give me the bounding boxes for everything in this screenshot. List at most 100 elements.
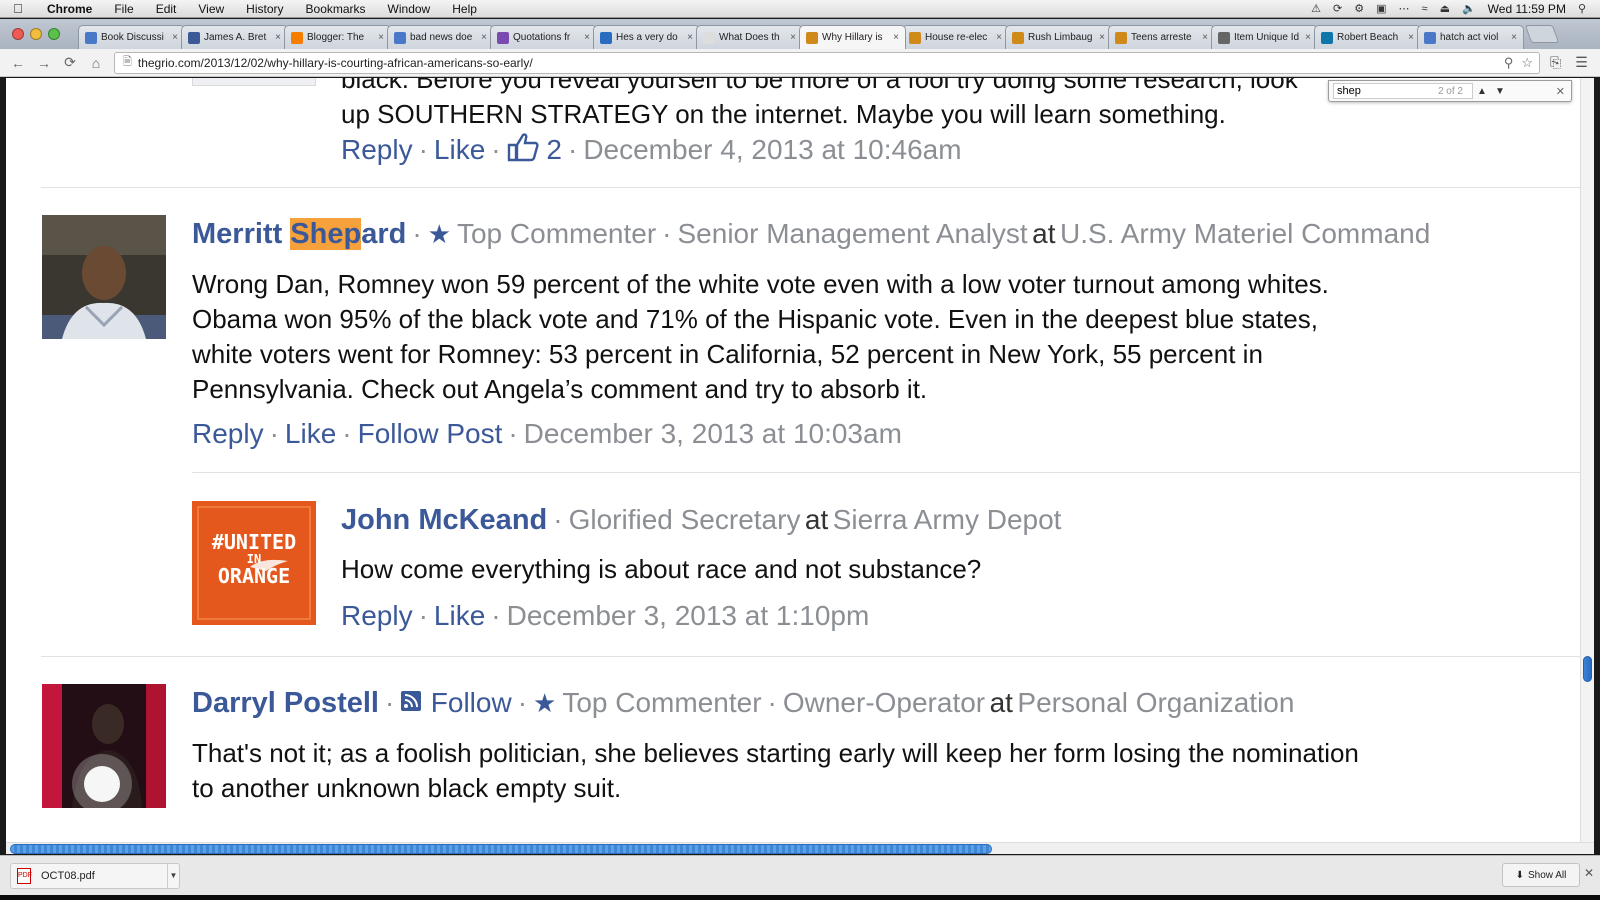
browser-tab[interactable]: bad news doe × [387, 25, 494, 49]
follow-link[interactable]: Follow [431, 687, 512, 718]
menu-help[interactable]: Help [441, 2, 488, 16]
close-tab-icon[interactable]: × [584, 32, 590, 43]
reply-divider [192, 472, 1582, 473]
avatar-photo [42, 684, 166, 808]
commenter-name[interactable]: John McKeand [341, 504, 547, 536]
menu-window[interactable]: Window [377, 2, 442, 16]
home-icon[interactable]: ⌂ [88, 55, 104, 71]
browser-tab[interactable]: Rush Limbaug × [1005, 25, 1112, 49]
back-arrow-icon[interactable]: ← [10, 55, 26, 71]
quote-icon [497, 31, 509, 44]
browser-tab[interactable]: Blogger: The × [284, 25, 391, 49]
browser-tab[interactable]: What Does th × [696, 25, 803, 49]
eject-icon[interactable]: ⏏ [1440, 2, 1450, 15]
menubar-clock[interactable]: Wed 11:59 PM [1488, 2, 1566, 16]
gear-icon[interactable]: ⚙ [1354, 2, 1364, 15]
menu-app-name[interactable]: Chrome [36, 2, 103, 16]
wifi-icon[interactable]: ≈ [1422, 3, 1428, 15]
at-text: at [989, 687, 1013, 718]
reply-link[interactable]: Reply [341, 134, 413, 165]
commenter-organization[interactable]: Sierra Army Depot [833, 504, 1062, 535]
desktop-edge [0, 895, 1600, 900]
close-tab-icon[interactable]: × [1099, 32, 1105, 43]
close-tab-icon[interactable]: × [481, 32, 487, 43]
close-window-button[interactable] [12, 28, 24, 40]
notification-icon[interactable]: ⚠ [1311, 2, 1321, 15]
commenter-organization[interactable]: U.S. Army Materiel Command [1060, 218, 1430, 249]
close-shelf-icon[interactable]: ✕ [1584, 866, 1594, 880]
browser-tab[interactable]: Teens arreste × [1108, 25, 1215, 49]
like-link[interactable]: Like [434, 600, 485, 631]
vertical-scrollbar[interactable] [1580, 78, 1594, 842]
zoom-window-button[interactable] [48, 28, 60, 40]
grio-icon [1012, 31, 1024, 44]
find-match-count: 2 of 2 [1437, 85, 1463, 97]
extension-icon[interactable]: ⎘ [1550, 54, 1561, 71]
like-link[interactable]: Like [285, 418, 336, 449]
comment-actions: Reply · Like · December 3, 2013 at 1:10pm [341, 600, 870, 631]
browser-tab[interactable]: hatch act viol × [1417, 25, 1524, 49]
zoom-magnifier-icon[interactable]: ⚲ [1504, 55, 1514, 71]
display-icon[interactable]: ▣ [1376, 2, 1386, 15]
linkedin-icon [1321, 31, 1333, 44]
close-tab-icon[interactable]: × [790, 32, 796, 43]
browser-tab[interactable]: Robert Beach × [1314, 25, 1421, 49]
commenter-title: Owner-Operator [782, 687, 986, 718]
browser-tab[interactable]: Quotations fr × [490, 25, 597, 49]
forward-arrow-icon[interactable]: → [36, 55, 52, 71]
browser-tab[interactable]: Book Discussi × [78, 25, 185, 49]
minimize-window-button[interactable] [30, 28, 42, 40]
horizontal-scroll-thumb[interactable] [10, 844, 992, 854]
download-item[interactable]: PDF OCT08.pdf ▼ [10, 862, 180, 889]
chevron-down-icon[interactable]: ▼ [167, 863, 179, 888]
find-next-icon[interactable]: ▼ [1491, 86, 1509, 97]
close-tab-icon[interactable]: × [172, 32, 178, 43]
find-close-icon[interactable]: ✕ [1556, 85, 1567, 98]
commenter-organization[interactable]: Personal Organization [1017, 687, 1294, 718]
more-icon[interactable]: ⋯ [1399, 2, 1410, 15]
find-previous-icon[interactable]: ▲ [1473, 86, 1491, 97]
follow-post-link[interactable]: Follow Post [358, 418, 503, 449]
comment-date: December 3, 2013 at 1:10pm [506, 600, 870, 631]
volume-icon[interactable]: 🔈 [1462, 2, 1476, 15]
menu-edit[interactable]: Edit [145, 2, 188, 16]
menu-bookmarks[interactable]: Bookmarks [295, 2, 377, 16]
close-tab-icon[interactable]: × [1511, 32, 1517, 43]
spotlight-search-icon[interactable]: ⚲ [1578, 2, 1586, 15]
close-tab-icon[interactable]: × [687, 32, 693, 43]
commenter-name[interactable]: Darryl Postell [192, 687, 379, 719]
browser-tab[interactable]: Hes a very do × [593, 25, 700, 49]
reload-icon[interactable]: ⟳ [62, 54, 78, 71]
close-tab-icon[interactable]: × [893, 32, 899, 43]
close-tab-icon[interactable]: × [378, 32, 384, 43]
browser-tab[interactable]: Item Unique Id × [1211, 25, 1318, 49]
browser-tab[interactable]: James A. Bret × [181, 25, 288, 49]
close-tab-icon[interactable]: × [1305, 32, 1311, 43]
close-tab-icon[interactable]: × [1202, 32, 1208, 43]
window-controls [6, 19, 70, 49]
menu-view[interactable]: View [187, 2, 235, 16]
reply-link[interactable]: Reply [192, 418, 264, 449]
vertical-scroll-thumb[interactable] [1583, 656, 1592, 682]
address-bar[interactable]: 🗎 thegrio.com/2013/12/02/why-hillary-is-… [114, 51, 1540, 74]
commenter-name[interactable]: Merritt Shepard [192, 218, 406, 250]
star-icon: ★ [533, 688, 557, 718]
sync-icon[interactable]: ⟳ [1333, 2, 1342, 15]
menu-history[interactable]: History [235, 2, 294, 16]
chrome-menu-icon[interactable]: ☰ [1575, 54, 1588, 71]
page-info-icon[interactable]: 🗎 [123, 53, 132, 72]
like-link[interactable]: Like [434, 134, 485, 165]
bookmark-star-icon[interactable]: ☆ [1521, 55, 1533, 71]
new-tab-button[interactable] [1524, 25, 1560, 43]
menu-file[interactable]: File [103, 2, 144, 16]
close-tab-icon[interactable]: × [996, 32, 1002, 43]
tab-label: Blogger: The [307, 32, 365, 43]
reply-link[interactable]: Reply [341, 600, 413, 631]
apple-menu-icon[interactable]:  [0, 1, 36, 16]
close-tab-icon[interactable]: × [275, 32, 281, 43]
close-tab-icon[interactable]: × [1408, 32, 1414, 43]
browser-tab[interactable]: House re-elec × [902, 25, 1009, 49]
browser-tab[interactable]: Why Hillary is × [799, 25, 906, 49]
show-all-downloads-button[interactable]: ⬇ Show All [1502, 863, 1580, 887]
horizontal-scrollbar[interactable] [6, 842, 1594, 854]
